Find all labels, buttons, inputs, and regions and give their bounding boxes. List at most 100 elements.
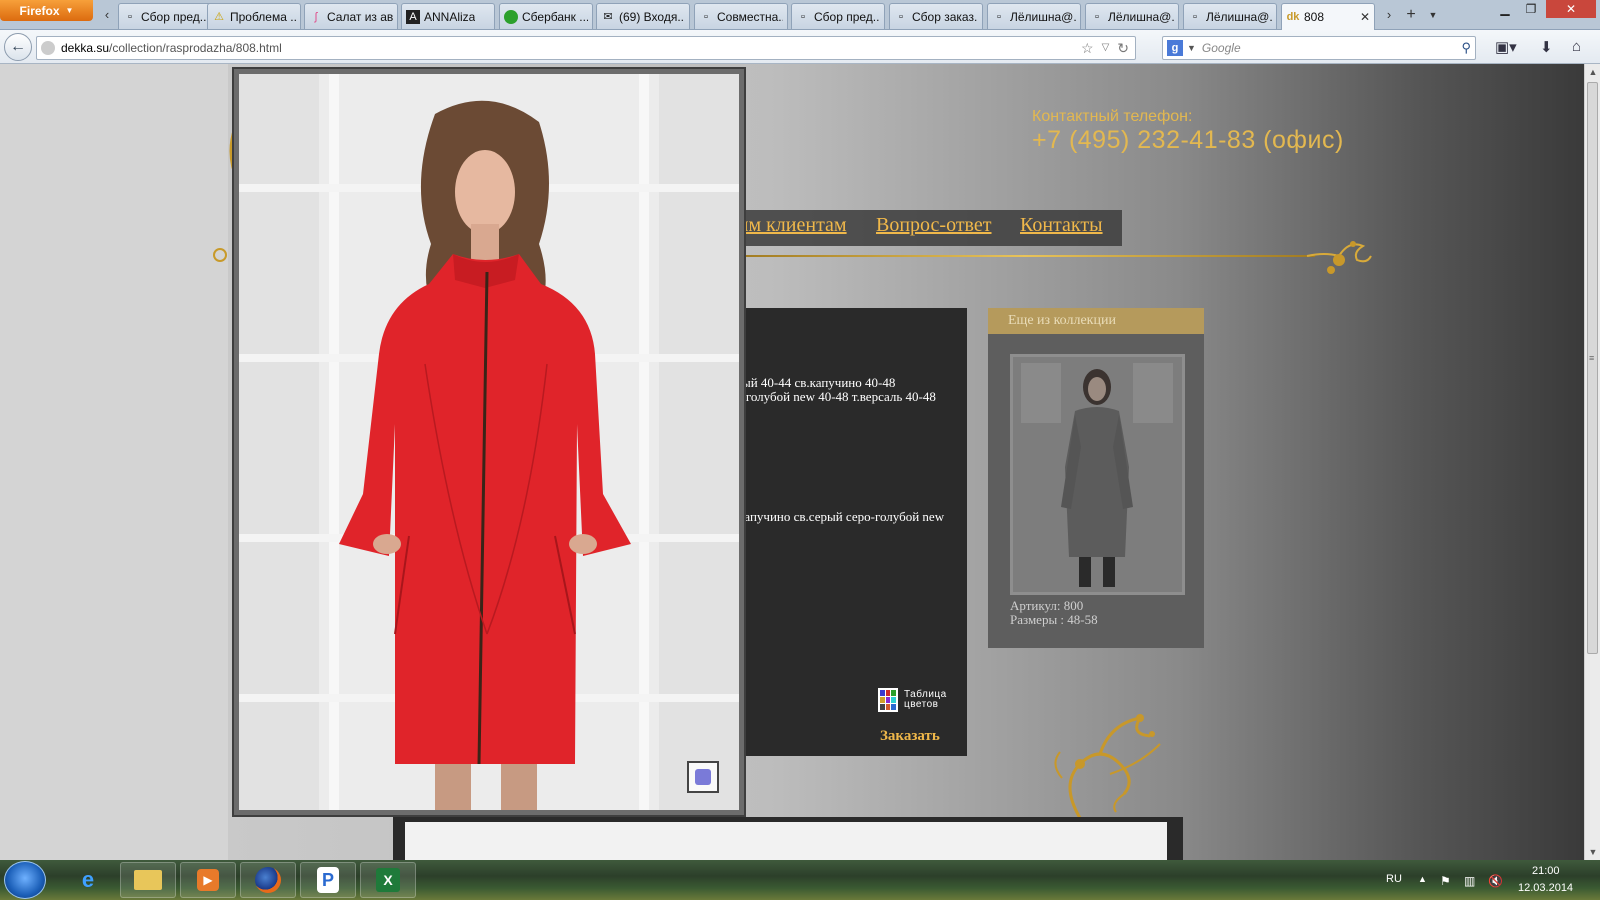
action-center-icon[interactable]: ⚑	[1440, 874, 1451, 888]
window-close-icon[interactable]: ✕	[1546, 0, 1596, 18]
downloads-icon[interactable]: ⬇	[1540, 38, 1553, 56]
google-icon[interactable]: g	[1167, 40, 1183, 56]
image-lightbox[interactable]	[232, 67, 746, 817]
product-sizes-line-2: о-голубой new 40-48 т.версаль 40-48	[735, 389, 936, 404]
navigation-toolbar: ← dekka.su/collection/rasprodazha/808.ht…	[0, 30, 1600, 64]
ornament-flourish-right-icon	[1306, 241, 1372, 274]
tab-label: 808	[1304, 10, 1325, 24]
tab-2[interactable]: ⚠ Проблема ...	[207, 3, 301, 29]
back-button[interactable]: ←	[4, 33, 32, 61]
bookmarks-menu-icon[interactable]: ▣▾	[1495, 38, 1517, 56]
search-icon[interactable]: ⚲	[1461, 40, 1471, 56]
volume-muted-icon[interactable]: 🔇	[1488, 874, 1503, 888]
firefox-menu-button[interactable]: Firefox ▼	[0, 0, 93, 21]
sberbank-icon	[504, 9, 518, 24]
search-bar[interactable]: g ▼ Google ⚲	[1162, 36, 1476, 60]
clock-time[interactable]: 21:00	[1532, 865, 1560, 877]
contact-phone: +7 (495) 232-41-83 (офис)	[1032, 126, 1344, 154]
recommend-area	[405, 822, 1167, 860]
page-icon: ▫	[704, 10, 708, 23]
gold-divider	[735, 255, 1315, 257]
tab-8[interactable]: ▫ Сбор пред...	[791, 3, 885, 29]
tab-1[interactable]: ▫ Сбор пред...	[118, 3, 212, 29]
tab-active[interactable]: dk 808 ✕	[1281, 3, 1375, 30]
address-bar[interactable]: dekka.su/collection/rasprodazha/808.html…	[36, 36, 1136, 60]
collection-sizes: Размеры : 48-58	[1010, 612, 1098, 627]
page-icon: ▫	[997, 10, 1001, 23]
tab-list-icon[interactable]: ▼	[1426, 6, 1440, 24]
bookmark-star-icon[interactable]: ☆	[1081, 40, 1094, 57]
tab-label: Лёлишна@...	[1206, 9, 1272, 24]
tab-label: Салат из ав...	[327, 9, 393, 24]
maximize-icon[interactable]: ❐	[1518, 0, 1544, 18]
explorer-icon[interactable]	[120, 862, 176, 898]
color-table-label: Таблица цветов	[904, 689, 947, 710]
chevron-down-icon: ▼	[65, 6, 74, 15]
language-indicator[interactable]: RU	[1386, 873, 1402, 885]
scroll-up-icon[interactable]: ▲	[1585, 64, 1600, 80]
tab-10[interactable]: ▫ Лёлишна@...	[987, 3, 1081, 29]
network-icon[interactable]: ▥	[1464, 874, 1475, 888]
mail-icon: ✉	[603, 11, 613, 23]
tray-expand-icon[interactable]: ▲	[1418, 874, 1427, 884]
lightbox-photo	[239, 74, 739, 810]
start-button[interactable]	[4, 861, 46, 899]
page-icon: ▫	[899, 10, 903, 23]
ribbon-icon: ʃ	[314, 10, 318, 23]
menu-item-faq[interactable]: Вопрос-ответ	[876, 214, 992, 237]
rostelecom-icon[interactable]: Р	[300, 862, 356, 898]
order-button[interactable]: Заказать	[880, 728, 940, 745]
reload-icon[interactable]: ↻	[1117, 40, 1129, 57]
collection-thumbnail[interactable]	[1010, 354, 1185, 595]
page-icon: ▫	[801, 10, 805, 23]
clock-date[interactable]: 12.03.2014	[1518, 882, 1573, 894]
tab-4[interactable]: A ANNAliza	[401, 3, 495, 29]
expand-icon[interactable]	[687, 761, 719, 793]
tab-12[interactable]: ▫ Лёлишна@...	[1183, 3, 1277, 29]
close-icon[interactable]: ✕	[1360, 10, 1370, 24]
dekka-icon: dk	[1286, 11, 1300, 23]
tab-scroll-left-icon[interactable]: ‹	[100, 6, 114, 24]
tab-9[interactable]: ▫ Сбор заказ...	[889, 3, 983, 29]
tab-3[interactable]: ʃ Салат из ав...	[304, 3, 398, 29]
minimize-icon[interactable]: ▁	[1492, 0, 1518, 18]
home-icon[interactable]: ⌂	[1572, 38, 1581, 55]
tab-6[interactable]: ✉ (69) Входя...	[596, 3, 690, 29]
excel-icon[interactable]: X	[360, 862, 416, 898]
tab-label: ANNAliza	[424, 9, 476, 24]
page-icon: ▫	[1095, 10, 1099, 23]
color-table-link[interactable]: Таблица цветов	[878, 688, 956, 712]
engine-dropdown-icon[interactable]: ▼	[1187, 43, 1196, 53]
tab-7[interactable]: ▫ Совместна...	[694, 3, 788, 29]
contact-label: Контактный телефон:	[1032, 108, 1193, 125]
tab-scroll-right-icon[interactable]: ›	[1382, 6, 1396, 24]
firefox-icon[interactable]	[240, 862, 296, 898]
url-dropdown-icon[interactable]: ▽	[1102, 40, 1110, 57]
scroll-thumb[interactable]	[1587, 82, 1598, 654]
tab-label: Сбор пред...	[814, 9, 880, 24]
red-coat-model-photo	[239, 74, 739, 810]
menu-item-contacts[interactable]: Контакты	[1020, 214, 1103, 237]
firefox-menu-label: Firefox	[19, 3, 60, 18]
ie-icon[interactable]: e	[60, 862, 116, 898]
tab-label: Сбербанк ...	[522, 9, 588, 24]
new-tab-icon[interactable]: +	[1404, 6, 1418, 24]
scroll-down-icon[interactable]: ▼	[1585, 844, 1600, 860]
tab-5[interactable]: Сбербанк ...	[499, 3, 593, 29]
tab-label: Сбор заказ...	[912, 9, 978, 24]
tab-label: Проблема ...	[230, 9, 296, 24]
media-player-icon[interactable]: ▶	[180, 862, 236, 898]
page-viewport: Контактный телефон: +7 (495) 232-41-83 (…	[0, 64, 1584, 860]
search-placeholder: Google	[1201, 41, 1241, 55]
globe-icon	[41, 41, 55, 55]
menu-item-clients[interactable]: ым клиентам	[735, 214, 847, 237]
tab-11[interactable]: ▫ Лёлишна@...	[1085, 3, 1179, 29]
url-host: dekka.su	[61, 41, 110, 55]
color-grid-icon	[878, 688, 898, 712]
tab-label: Сбор пред...	[141, 9, 207, 24]
page-icon: ▫	[1193, 10, 1197, 23]
page-scrollbar[interactable]: ▲ ▼	[1584, 64, 1600, 860]
tab-strip: Firefox ▼ ‹ ▫ Сбор пред... ⚠ Проблема ..…	[0, 0, 1600, 30]
tab-label: (69) Входя...	[619, 9, 685, 24]
tab-label: Лёлишна@...	[1010, 9, 1076, 24]
